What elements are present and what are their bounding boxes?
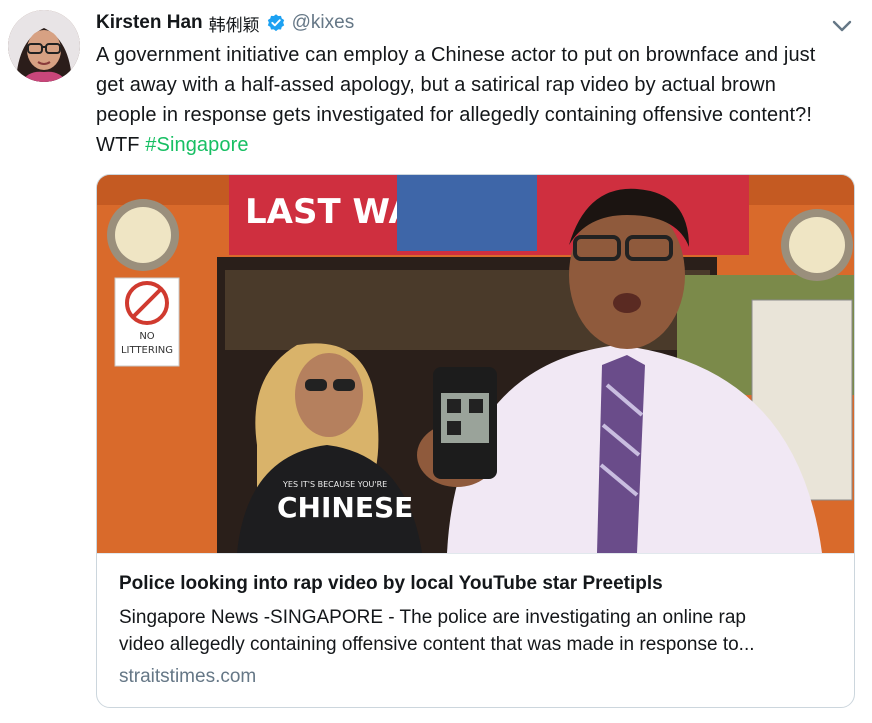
card-description-line: Singapore News -SINGAPORE - The police a…	[119, 607, 746, 628]
tweet-text: A government initiative can employ a Chi…	[96, 40, 856, 160]
shirt-big-text: CHINESE	[277, 491, 413, 524]
card-body: Police looking into rap video by local Y…	[97, 553, 854, 707]
tweet-text-prefix: WTF	[96, 134, 146, 156]
author-name-cjk[interactable]: 韩俐颖	[209, 11, 260, 36]
sign-text-1: NO	[139, 331, 154, 342]
chevron-down-icon[interactable]	[830, 16, 854, 36]
card-photo: LAST WAY NO LITTERING YES IT'S BECAUSE Y…	[97, 175, 854, 553]
card-title[interactable]: Police looking into rap video by local Y…	[119, 572, 832, 596]
link-card[interactable]: LAST WAY NO LITTERING YES IT'S BECAUSE Y…	[96, 174, 855, 708]
avatar-photo	[8, 10, 80, 82]
author-handle[interactable]: @kixes	[292, 12, 355, 34]
verified-badge-icon	[266, 13, 286, 33]
tweet-header: Kirsten Han 韩俐颖 @kixes	[96, 10, 354, 36]
hashtag-link[interactable]: #Singapore	[145, 134, 248, 156]
tweet-text-line: get away with a half-assed apology, but …	[96, 74, 776, 96]
card-domain: straitstimes.com	[119, 666, 257, 687]
card-description-line: video allegedly containing offensive con…	[119, 634, 755, 655]
tweet-text-line: people in response gets investigated for…	[96, 104, 812, 126]
card-description: Singapore News -SINGAPORE - The police a…	[119, 604, 832, 658]
tweet-text-line: A government initiative can employ a Chi…	[96, 44, 816, 66]
tweet-text-line: WTF #Singapore	[96, 130, 856, 160]
sign-text-2: LITTERING	[121, 345, 173, 356]
author-name[interactable]: Kirsten Han	[96, 12, 203, 34]
card-image[interactable]: LAST WAY NO LITTERING YES IT'S BECAUSE Y…	[97, 175, 854, 553]
shirt-small-text: YES IT'S BECAUSE YOU'RE	[282, 480, 387, 489]
avatar[interactable]	[8, 10, 80, 82]
